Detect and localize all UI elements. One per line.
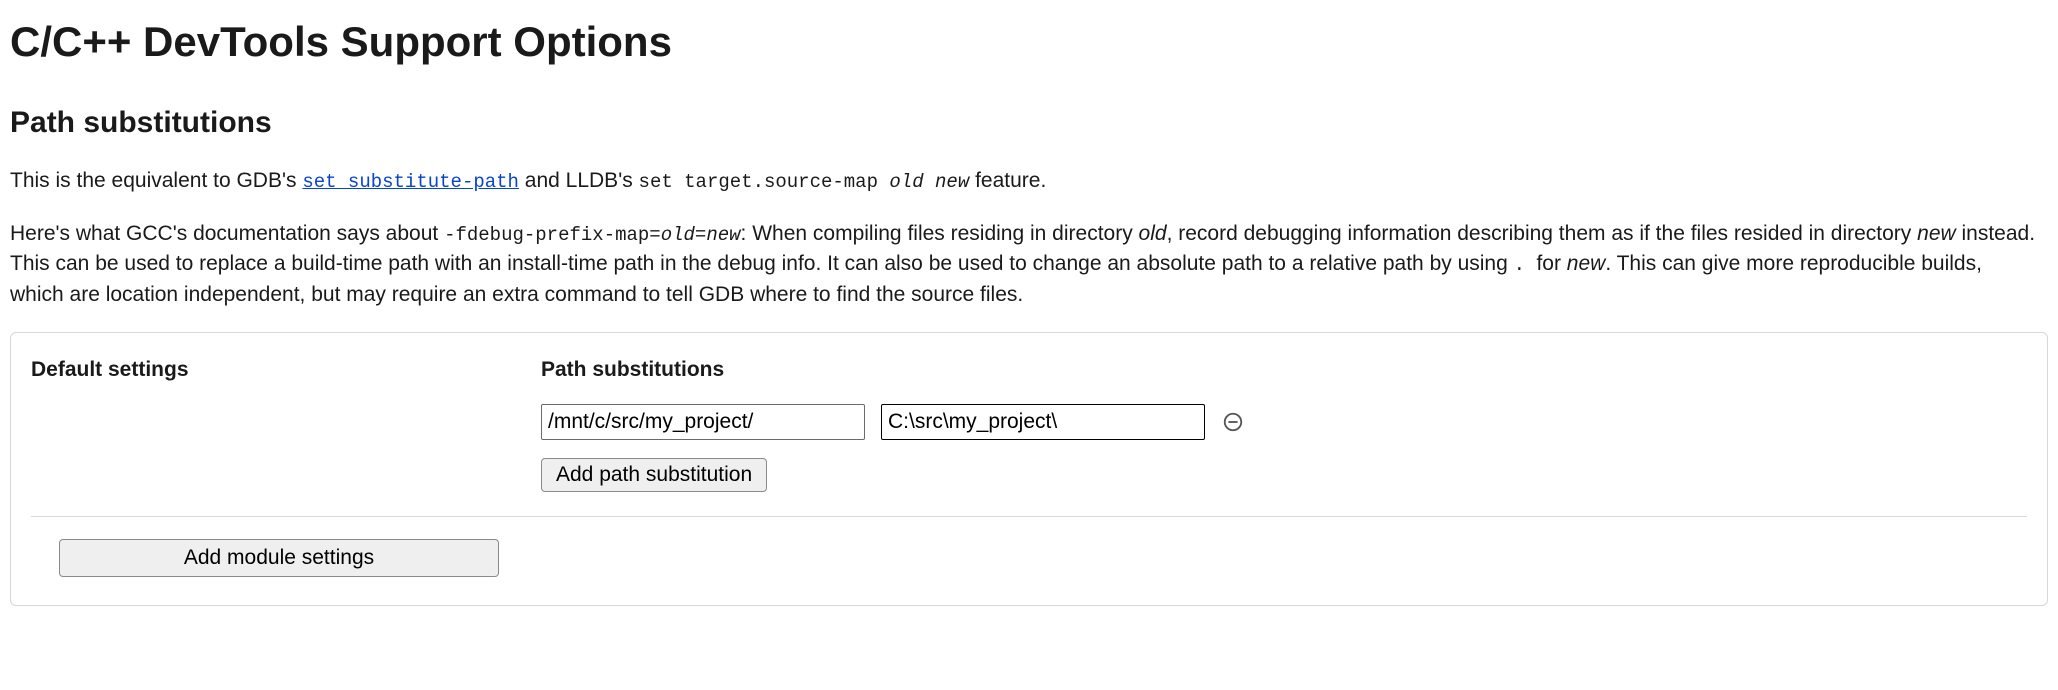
doc-after-old: , record debugging information describin… [1167, 222, 1918, 245]
lldb-command: set target.source-map old new [639, 171, 970, 193]
intro-suffix: feature. [969, 169, 1046, 192]
lldb-new: new [935, 171, 969, 193]
doc-paragraph: Here's what GCC's documentation says abo… [10, 219, 2040, 311]
intro-paragraph: This is the equivalent to GDB's set subs… [10, 166, 2040, 197]
add-path-substitution-button[interactable]: Add path substitution [541, 458, 767, 492]
set-substitute-path-link[interactable]: set substitute-path [302, 171, 519, 193]
remove-icon[interactable] [1221, 410, 1245, 434]
divider [31, 516, 2027, 517]
settings-row: Default settings Path substitutions Add … [31, 355, 2027, 491]
doc-prefix: Here's what GCC's documentation says abo… [10, 222, 444, 245]
flag-text: -fdebug-prefix-map= [444, 224, 661, 246]
path-subs-label: Path substitutions [541, 355, 2027, 385]
flag-eq: = [695, 224, 706, 246]
substitution-from-input[interactable] [541, 404, 865, 440]
substitution-to-input[interactable] [881, 404, 1205, 440]
intro-mid: and LLDB's [519, 169, 639, 192]
doc-dot: . [1514, 254, 1537, 276]
lldb-cmd-text: set target.source-map [639, 171, 890, 193]
fdebug-flag: -fdebug-prefix-map=old=new [444, 224, 740, 246]
flag-old: old [661, 224, 695, 246]
settings-panel: Default settings Path substitutions Add … [10, 332, 2048, 605]
default-settings-label: Default settings [31, 355, 501, 385]
doc-for-new: new [1567, 252, 1606, 275]
doc-dir-new: new [1917, 222, 1956, 245]
substitution-row [541, 404, 2027, 440]
section-title: Path substitutions [10, 101, 2048, 145]
flag-new: new [706, 224, 740, 246]
intro-prefix: This is the equivalent to GDB's [10, 169, 302, 192]
lldb-space [924, 171, 935, 193]
add-module-settings-button[interactable]: Add module settings [59, 539, 499, 577]
page-title: C/C++ DevTools Support Options [10, 12, 2048, 73]
doc-dir-old: old [1139, 222, 1167, 245]
doc-after-flag: : When compiling files residing in direc… [741, 222, 1139, 245]
lldb-old: old [889, 171, 923, 193]
doc-after-dot: for [1536, 252, 1566, 275]
